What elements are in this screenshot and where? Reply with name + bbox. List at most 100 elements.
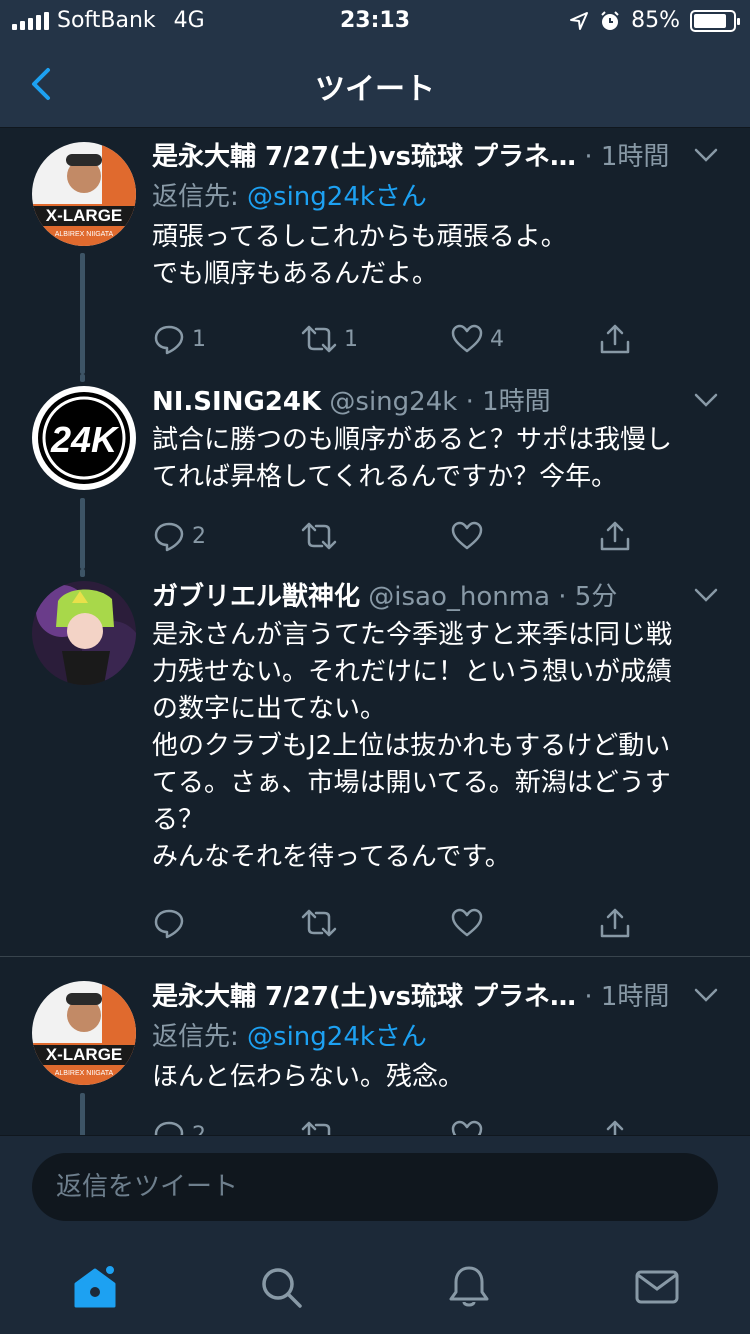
timestamp: · 1時間	[584, 982, 670, 1012]
tweet-text: 試合に勝つのも順序があると？サポは我慢し てれば昇格してくれるんですか？今年。	[152, 422, 726, 496]
home-icon	[74, 1264, 116, 1308]
retweet-button[interactable]	[300, 516, 338, 556]
battery-percent: 85%	[631, 8, 680, 33]
share-button[interactable]	[598, 319, 632, 359]
tweet-text-line: でも順序もあるんだよ。	[152, 259, 439, 289]
display-name[interactable]: NI.SING24K	[152, 387, 321, 417]
timestamp: · 1時間	[465, 387, 551, 417]
share-button[interactable]	[598, 516, 632, 556]
handle[interactable]: @sing24k	[329, 387, 457, 417]
notifications-icon	[449, 1266, 489, 1307]
chevron-down-icon[interactable]	[692, 585, 720, 605]
tweet[interactable]: X-LARGE ALBIREX NIIGATA 是永大輔 7/27(土)vs琉球…	[0, 129, 750, 374]
avatar-sub-text: ALBIREX NIIGATA	[55, 231, 114, 238]
tweet-text-line: 他のクラブもJ2上位は抜かれもするけど動い	[152, 731, 671, 761]
alarm-icon	[601, 10, 619, 30]
reply-handle-link[interactable]: @sing24kさん	[247, 182, 427, 212]
retweet-button[interactable]	[300, 1115, 338, 1135]
nav-bar: ツイート	[0, 40, 750, 128]
display-name[interactable]: 是永大輔 7/27(土)vs琉球 プラネ…	[152, 142, 576, 172]
heart-icon	[451, 1120, 483, 1135]
reply-handle-link[interactable]: @sing24kさん	[247, 1022, 427, 1052]
retweet-button[interactable]: 1	[300, 319, 358, 359]
avatar-brand-text: X-LARGE	[46, 206, 123, 225]
tweet-text-line: の数字に出てない。	[152, 694, 387, 724]
battery-icon	[690, 9, 740, 32]
tab-messages[interactable]	[632, 1262, 682, 1312]
share-button[interactable]	[598, 1115, 632, 1135]
handle[interactable]: @isao_honma	[368, 582, 550, 612]
reply-prefix: 返信先:	[152, 1022, 239, 1052]
retweet-button[interactable]	[300, 903, 338, 943]
thread-line	[80, 569, 85, 577]
timestamp: · 1時間	[584, 142, 670, 172]
search-icon	[262, 1268, 302, 1308]
chevron-down-icon[interactable]	[692, 985, 720, 1005]
reply-icon	[154, 522, 184, 552]
reply-prefix: 返信先:	[152, 182, 239, 212]
avatar[interactable]: X-LARGE ALBIREX NIIGATA	[32, 142, 136, 246]
page-title: ツイート	[315, 72, 435, 107]
display-name[interactable]: ガブリエル獣神化	[152, 582, 360, 612]
retweet-icon	[301, 522, 337, 550]
tweet-text-line: 力残せない。それだけに！という想いが成績	[152, 657, 673, 687]
reply-context: 返信先: @sing24kさん	[152, 1017, 726, 1057]
avatar-logo-text: 24K	[50, 419, 120, 460]
avatar-brand-text: X-LARGE	[46, 1045, 123, 1064]
heart-icon	[451, 521, 483, 550]
share-icon	[600, 908, 630, 938]
like-button[interactable]	[450, 1115, 484, 1135]
tab-search[interactable]	[256, 1262, 306, 1312]
reply-button[interactable]	[152, 903, 186, 943]
status-bar: SoftBank 4G 23:13 85%	[0, 0, 750, 40]
thread-line	[80, 498, 85, 569]
messages-icon	[635, 1270, 679, 1304]
chevron-down-icon[interactable]	[692, 145, 720, 165]
tweet-text-line: ほんと伝わらない。残念。	[152, 1062, 465, 1092]
timestamp: · 5分	[558, 582, 618, 612]
like-button[interactable]: 4	[450, 319, 504, 359]
tweet[interactable]: ガブリエル獣神化 @isao_honma · 5分 是永さんが言うてた今季逃すと…	[0, 569, 750, 956]
tweet-text-line: 頑張ってるしこれからも頑張るよ。	[152, 222, 567, 252]
retweet-icon	[301, 1121, 331, 1135]
reply-compose-bar	[0, 1135, 750, 1240]
reply-input[interactable]	[32, 1153, 718, 1221]
reply-icon	[154, 325, 184, 355]
tweet-text-line: てる。さぁ、市場は開いてる。新潟はどうす	[152, 768, 671, 798]
retweet-icon	[301, 909, 337, 937]
location-arrow-icon	[570, 11, 589, 30]
share-icon	[600, 521, 630, 551]
tweet-text: ほんと伝わらない。残念。	[152, 1059, 726, 1096]
reply-count: 2	[192, 523, 206, 549]
tweet-thread[interactable]: X-LARGE ALBIREX NIIGATA 是永大輔 7/27(土)vs琉球…	[0, 129, 750, 1135]
tweet[interactable]: X-LARGE ALBIREX NIIGATA 是永大輔 7/27(土)vs琉球…	[0, 969, 750, 1135]
tweet[interactable]: 24K NI.SING24K @sing24k · 1時間 試合に勝つのも順序が…	[0, 374, 750, 569]
reply-button[interactable]: 1	[152, 319, 206, 359]
thread-line	[80, 1093, 85, 1135]
avatar[interactable]	[32, 581, 136, 685]
reply-button[interactable]: 2	[152, 1115, 206, 1135]
tweet-text-line: てれば昇格してくれるんですか？今年。	[152, 462, 618, 492]
reply-icon	[154, 909, 184, 939]
display-name[interactable]: 是永大輔 7/27(土)vs琉球 プラネ…	[152, 982, 576, 1012]
tab-bar	[0, 1240, 750, 1334]
share-button[interactable]	[598, 903, 632, 943]
like-button[interactable]	[450, 516, 484, 556]
reply-button[interactable]: 2	[152, 516, 206, 556]
reply-count: 1	[192, 326, 206, 352]
chevron-down-icon[interactable]	[692, 390, 720, 410]
like-button[interactable]	[450, 903, 484, 943]
tweet-text: 是永さんが言うてた今季逃すと来季は同じ戦 力残せない。それだけに！という想いが成…	[152, 617, 726, 876]
reply-count: 2	[192, 1122, 206, 1136]
retweet-icon	[301, 325, 337, 353]
avatar[interactable]: X-LARGE ALBIREX NIIGATA	[32, 981, 136, 1085]
divider	[0, 956, 750, 957]
thread-line	[80, 374, 85, 382]
tab-home[interactable]	[70, 1262, 120, 1312]
tab-notifications[interactable]	[444, 1262, 494, 1312]
tweet-text-line: 試合に勝つのも順序があると？サポは我慢し	[152, 425, 673, 455]
tweet-text-line: 是永さんが言うてた今季逃すと来季は同じ戦	[152, 620, 673, 650]
heart-icon	[451, 908, 483, 937]
share-icon	[606, 1120, 624, 1135]
avatar[interactable]: 24K	[32, 386, 136, 490]
